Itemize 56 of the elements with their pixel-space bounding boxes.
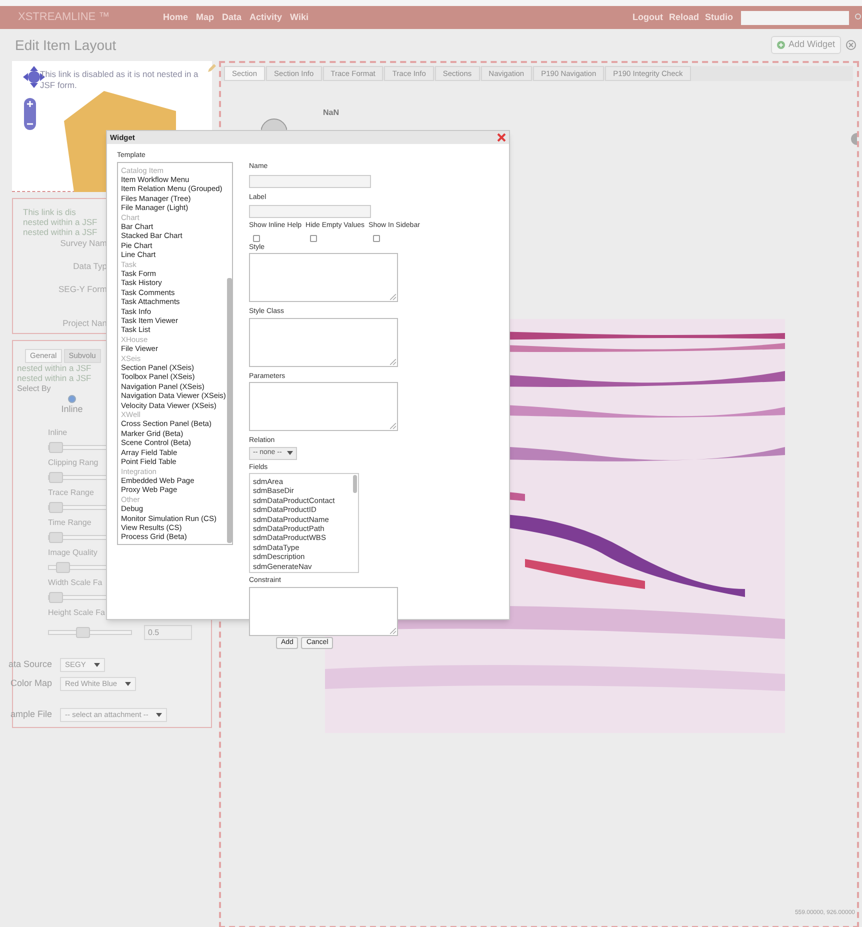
- text-area[interactable]: [249, 318, 398, 366]
- scrollbar[interactable]: [353, 475, 357, 493]
- text-area[interactable]: [249, 586, 398, 636]
- select-label: ata Source: [7, 658, 52, 671]
- label-input[interactable]: [249, 205, 371, 218]
- slider-label: Height Scale Fa: [48, 606, 105, 618]
- caret-icon: [94, 662, 100, 668]
- caret-icon: [125, 680, 132, 686]
- resize-grip-icon: [390, 423, 396, 429]
- slider-label: Inline: [48, 426, 68, 438]
- disabled-link-notice: nested within a JSF: [17, 373, 92, 383]
- slider-label: Width Scale Fa: [48, 576, 102, 588]
- plus-circle-icon: [777, 41, 786, 49]
- select-by-label: Select By: [17, 383, 51, 395]
- logo: XSTREAMLINE ™: [18, 10, 111, 26]
- slider-label: Clipping Rang: [48, 456, 98, 468]
- resize-grip-icon: [390, 294, 396, 300]
- template-list[interactable]: [117, 162, 233, 544]
- radio-label: Inline: [61, 403, 83, 416]
- disabled-link-notice: nested within a JSF: [23, 227, 98, 237]
- slider-label: Image Quality: [48, 546, 98, 558]
- checkbox[interactable]: [253, 234, 260, 242]
- slider-thumb[interactable]: [49, 502, 63, 512]
- slider-thumb[interactable]: [76, 626, 90, 638]
- slider-label: Trace Range: [48, 486, 94, 498]
- slider-thumb[interactable]: [49, 532, 63, 542]
- pencil-icon[interactable]: [207, 64, 216, 73]
- select-label: ample File: [9, 708, 52, 721]
- search-field[interactable]: [741, 10, 849, 24]
- search-icon[interactable]: [855, 13, 862, 22]
- caret-icon: [156, 712, 162, 718]
- select-label: Color Map: [9, 676, 52, 690]
- scrollbar[interactable]: [227, 278, 232, 542]
- checkbox[interactable]: [372, 234, 380, 242]
- value-text: NaN: [323, 107, 340, 119]
- disabled-link-notice: This link is dis: [23, 207, 76, 217]
- close-icon[interactable]: [846, 40, 856, 50]
- name-input[interactable]: [249, 174, 371, 188]
- resize-grip-icon: [390, 358, 396, 364]
- disabled-link-notice: This link is disabled as it is not nested in a JSF form.: [40, 69, 200, 91]
- slider-thumb[interactable]: [49, 442, 63, 452]
- slider-thumb[interactable]: [49, 472, 63, 482]
- disabled-link-notice: nested within a JSF: [23, 217, 98, 227]
- text-area[interactable]: [249, 253, 398, 302]
- caret-icon: [286, 450, 293, 456]
- slider-thumb[interactable]: [49, 592, 63, 602]
- disabled-link-notice: nested within a JSF: [17, 363, 92, 373]
- slider-label: Time Range: [48, 516, 92, 528]
- checkbox[interactable]: [310, 234, 317, 242]
- resize-grip-icon: [390, 628, 396, 634]
- close-icon[interactable]: [497, 133, 506, 142]
- text-area[interactable]: [249, 382, 398, 431]
- radio-button[interactable]: [68, 395, 76, 403]
- zoom-control-icon[interactable]: [24, 98, 36, 130]
- slider-thumb[interactable]: [56, 562, 70, 572]
- page-title: Edit Item Layout: [15, 36, 116, 55]
